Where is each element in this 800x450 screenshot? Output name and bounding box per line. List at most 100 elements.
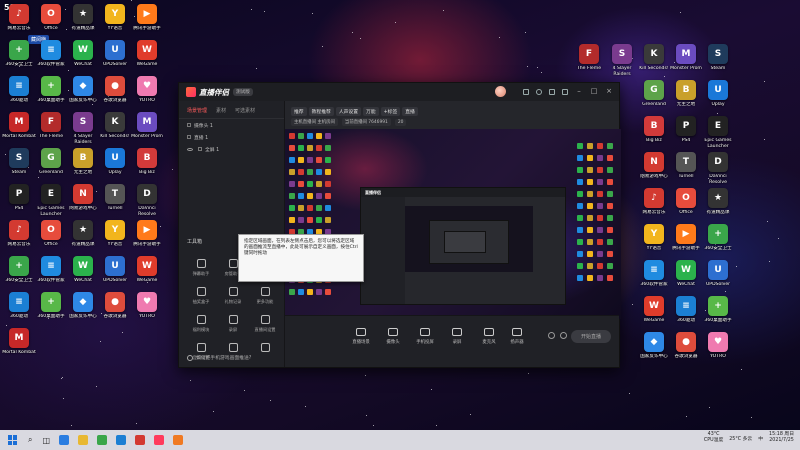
tool-item[interactable]: 更多功能 xyxy=(249,287,281,311)
live-companion-window[interactable]: 直播伴侣 测试版 – □ × 场景管理 素材 可选素材 摄像头 1 直播 1 全… xyxy=(178,82,621,368)
filter-chip[interactable]: 推荐 xyxy=(291,107,307,116)
eye-icon[interactable] xyxy=(187,147,193,151)
desktop-icon[interactable]: ▶ 腾讯手游助手 xyxy=(130,220,164,260)
desktop-icon[interactable]: +360安全卫士 xyxy=(2,40,36,80)
feedback-icon[interactable] xyxy=(549,88,555,95)
desktop-icon[interactable]: W WeGame xyxy=(637,296,671,336)
desktop-icon[interactable]: F The Fleme xyxy=(34,112,68,152)
filter-chip[interactable]: 万能 xyxy=(363,107,379,116)
desktop-icon[interactable]: ≡ 360软件管家 xyxy=(34,256,68,296)
desktop-icon[interactable]: M Monster Prom xyxy=(130,112,164,152)
control-button[interactable]: 摄像头 xyxy=(377,328,409,345)
search-icon[interactable]: ⌕ xyxy=(28,435,32,445)
filter-chip[interactable]: 直播 xyxy=(402,107,418,116)
start-live-button[interactable]: 开始直播 xyxy=(571,330,611,343)
desktop-icon[interactable]: Y YY语音 xyxy=(98,220,132,260)
desktop-icon[interactable]: ♪ 网易云音乐 xyxy=(637,188,671,228)
desktop-icon[interactable]: T Turnell xyxy=(669,152,703,192)
minimize-button[interactable]: – xyxy=(575,88,583,95)
tool-item[interactable]: 抽奖盒子 xyxy=(185,287,217,311)
desktop-icon[interactable]: +360安全卫士 xyxy=(701,224,735,264)
desktop-icon[interactable]: ● 谷歌浏览器 xyxy=(98,76,132,116)
desktop-icon[interactable]: ★ 有道精品课 xyxy=(701,188,735,228)
title-bar[interactable]: 直播伴侣 测试版 – □ × xyxy=(179,83,619,101)
room-host[interactable]: 主机直播间 主机房间 xyxy=(291,118,338,126)
desktop-icon[interactable]: ♥ YOTRO xyxy=(130,76,164,116)
tool-item[interactable]: 弹幕助手 xyxy=(185,259,217,283)
task-view-icon[interactable]: ◫ xyxy=(42,436,50,445)
windows-start-icon[interactable] xyxy=(8,435,18,445)
desktop-icon[interactable]: M Monster Prom xyxy=(669,44,703,84)
tab-materials[interactable]: 素材 xyxy=(216,107,226,114)
desktop-icon[interactable]: ♥ YOTRO xyxy=(130,292,164,332)
desktop-icon[interactable]: Y YY语音 xyxy=(98,4,132,44)
desktop-icon[interactable]: ● 谷歌浏览器 xyxy=(669,332,703,372)
input-language[interactable]: 中 xyxy=(758,435,763,442)
desktop-icon[interactable]: ≡ 360软件管家 xyxy=(637,260,671,300)
desktop-icon[interactable]: ★ 有道精品课 xyxy=(66,4,100,44)
desktop-icon[interactable]: K Kill Seconds! xyxy=(98,112,132,152)
desktop-icon[interactable]: S 4 Slayer Raiders xyxy=(66,112,100,152)
control-button[interactable]: 手机投屏 xyxy=(409,328,441,345)
desktop-icon[interactable]: +360桌面助手 xyxy=(34,76,68,116)
checkbox-icon[interactable] xyxy=(187,135,191,139)
maximize-button[interactable]: □ xyxy=(590,88,598,95)
desktop-icon[interactable]: S 4 Slayer Raiders xyxy=(605,44,639,84)
desktop-icon[interactable]: ★ 有道精品课 xyxy=(66,220,100,260)
tool-item[interactable]: 录屏 xyxy=(217,315,249,339)
desktop-icon[interactable]: F The Fleme xyxy=(572,44,606,84)
desktop-icon[interactable]: U UPDSolver xyxy=(98,256,132,296)
filter-chip[interactable]: 教程推荐 xyxy=(308,107,334,116)
desktop-icon[interactable]: O Office xyxy=(669,188,703,228)
edge-icon[interactable] xyxy=(59,435,70,445)
desktop-icon[interactable]: B Big Biz xyxy=(130,148,164,188)
message-icon[interactable] xyxy=(523,88,529,95)
netease-icon[interactable] xyxy=(135,435,146,445)
desktop-icon[interactable]: W WeGame xyxy=(130,40,164,80)
tool-item[interactable]: 福利模块 xyxy=(185,315,217,339)
desktop-icon[interactable]: +360桌面助手 xyxy=(701,296,735,336)
desktop-icon[interactable]: ♪ 网易云音乐 xyxy=(2,220,36,260)
scene-item[interactable]: 全屏 1 xyxy=(179,143,284,155)
desktop-icon[interactable]: ≡ 360驱动 xyxy=(2,292,36,332)
live-preview[interactable]: 直播伴侣 xyxy=(285,129,621,319)
scene-item[interactable]: 摄像头 1 xyxy=(179,119,284,131)
weather[interactable]: 25°C 多云 xyxy=(729,435,752,442)
desktop-icon[interactable]: ▶ 腾讯手游助手 xyxy=(130,4,164,44)
control-button[interactable]: 直播场景 xyxy=(345,328,377,345)
desktop-icon[interactable]: N 网易游戏中心 xyxy=(637,152,671,192)
tab-scenes[interactable]: 场景管理 xyxy=(187,107,207,114)
desktop-icon[interactable]: G Greenland xyxy=(34,148,68,188)
checkbox-icon[interactable] xyxy=(198,147,202,151)
settings-icon[interactable] xyxy=(560,332,567,339)
desktop-icon[interactable]: ≡ 360驱动 xyxy=(2,76,36,116)
desktop-icon[interactable]: B 无主之地 xyxy=(669,80,703,120)
orange-app-icon[interactable] xyxy=(173,435,184,445)
app-icon[interactable] xyxy=(116,435,127,445)
desktop-icon[interactable]: U UPDSolver xyxy=(701,260,735,300)
desktop-icon[interactable]: W WeChat xyxy=(669,260,703,300)
desktop-icon[interactable]: P PS4 xyxy=(669,116,703,156)
desktop-icon[interactable]: O Office xyxy=(34,4,68,44)
desktop-icon[interactable]: M Mortal Kombat xyxy=(2,328,36,368)
checkbox-icon[interactable] xyxy=(187,123,191,127)
scene-item[interactable]: 直播 1 xyxy=(179,131,284,143)
desktop-icon[interactable]: ≡ 360驱动 xyxy=(669,296,703,336)
record-icon[interactable] xyxy=(548,332,555,339)
desktop-icon[interactable]: D DaVinci Resolve xyxy=(701,152,735,192)
desktop-icon[interactable]: U UPDSolver xyxy=(98,40,132,80)
desktop-icon[interactable]: W WeChat xyxy=(66,256,100,296)
menu-icon[interactable] xyxy=(562,88,568,95)
desktop-icon[interactable]: W WeGame xyxy=(130,256,164,296)
filter-chip[interactable]: +标签 xyxy=(380,107,401,116)
desktop-icon[interactable]: P PS4 xyxy=(2,184,36,224)
live-companion-icon[interactable] xyxy=(154,435,165,445)
avatar[interactable] xyxy=(495,86,506,97)
desktop-icon[interactable]: U Uplay xyxy=(98,148,132,188)
desktop-icon[interactable]: ▶ 腾讯手游助手 xyxy=(669,224,703,264)
filter-chip[interactable]: 人声设置 xyxy=(335,107,362,116)
chrome-icon[interactable] xyxy=(97,435,108,445)
desktop-icon[interactable]: K Kill Seconds! xyxy=(637,44,671,84)
desktop-icon[interactable]: B 无主之地 xyxy=(66,148,100,188)
desktop-icon[interactable]: Y YY语音 xyxy=(637,224,671,264)
